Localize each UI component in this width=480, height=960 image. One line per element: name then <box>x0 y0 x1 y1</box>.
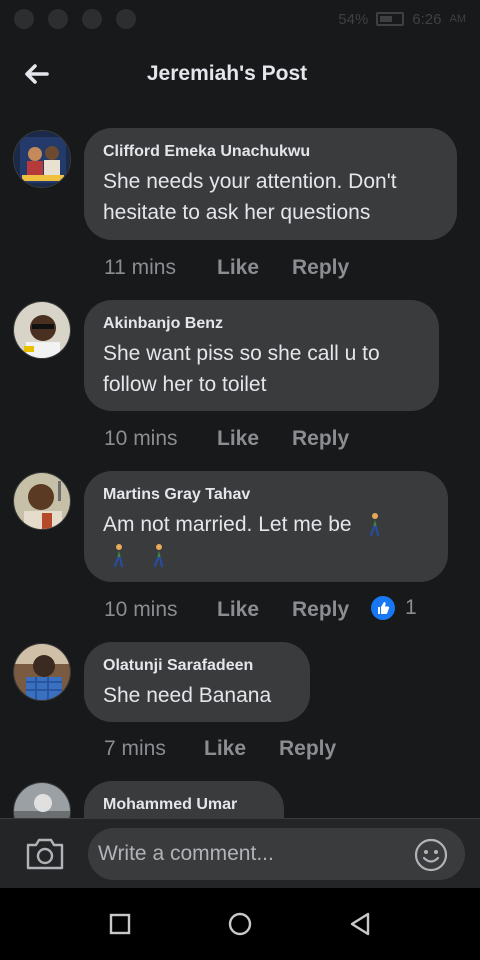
comment-bubble[interactable]: Akinbanjo Benz She want piss so she call… <box>84 300 439 411</box>
comment-author[interactable]: Clifford Emeka Unachukwu <box>103 142 437 162</box>
comment-author[interactable]: Olatunji Sarafadeen <box>103 656 290 676</box>
like-button[interactable]: Like <box>217 256 292 280</box>
comment-actions: 10 mins Like Reply <box>104 427 349 451</box>
reply-button[interactable]: Reply <box>279 737 336 761</box>
notification-icons <box>14 9 136 29</box>
thumbs-up-icon <box>371 596 395 620</box>
comment-bubble[interactable]: Clifford Emeka Unachukwu She needs your … <box>84 128 457 240</box>
app-bar: Jeremiah's Post <box>0 38 480 108</box>
page-title: Jeremiah's Post <box>146 62 308 85</box>
comment-author[interactable]: Akinbanjo Benz <box>103 314 419 334</box>
avatar[interactable] <box>13 782 71 818</box>
reaction-summary[interactable]: 1 <box>371 596 417 620</box>
triangle-back-icon <box>350 912 370 936</box>
comment-text: Am not married. Let me be <box>103 513 352 536</box>
comment-author[interactable]: Martins Gray Tahav <box>103 485 428 505</box>
comment-composer <box>0 818 480 888</box>
back-nav-button[interactable] <box>346 910 374 938</box>
facebook-notification-icon <box>48 9 68 29</box>
comment-time[interactable]: 10 mins <box>104 598 217 622</box>
battery-percent: 54% <box>338 10 369 28</box>
comment-text: She want piss so she call u to follow he… <box>103 342 380 396</box>
comments-feed[interactable]: Clifford Emeka Unachukwu She needs your … <box>0 108 480 818</box>
avatar[interactable] <box>13 301 71 359</box>
comment-text-row: Am not married. Let me be <box>103 509 428 571</box>
clock-suffix: AM <box>449 13 467 25</box>
comment-author[interactable]: Mohammed Umar <box>103 795 264 815</box>
comment-actions: 10 mins Like Reply <box>104 598 349 622</box>
status-bar: 54% 6:26 AM <box>0 0 480 38</box>
recents-button[interactable] <box>106 910 134 938</box>
reply-button[interactable]: Reply <box>292 256 349 280</box>
walking-person-icon <box>153 544 164 568</box>
home-button[interactable] <box>226 910 254 938</box>
comment-time[interactable]: 7 mins <box>104 737 204 761</box>
like-button[interactable]: Like <box>217 427 292 451</box>
system-nav-bar <box>0 888 480 960</box>
comment-time[interactable]: 11 mins <box>104 256 217 280</box>
camera-button[interactable] <box>24 836 66 872</box>
walking-person-icon <box>113 544 124 568</box>
avatar[interactable] <box>13 472 71 530</box>
clock: 6:26 <box>412 10 442 28</box>
circle-icon <box>228 912 252 936</box>
like-button[interactable]: Like <box>217 598 292 622</box>
walking-person-icon <box>370 513 380 537</box>
avatar[interactable] <box>13 130 71 188</box>
comment-bubble[interactable]: Martins Gray Tahav Am not married. Let m… <box>84 471 448 582</box>
square-icon <box>109 913 131 935</box>
app-notification-icon <box>14 9 34 29</box>
camera-icon <box>26 838 64 870</box>
avatar[interactable] <box>13 643 71 701</box>
reply-button[interactable]: Reply <box>292 427 349 451</box>
comment-text: She need Banana <box>103 684 272 707</box>
system-indicators: 54% 6:26 AM <box>338 11 466 28</box>
reaction-count: 1 <box>405 596 417 619</box>
reply-button[interactable]: Reply <box>292 598 349 622</box>
comment-time[interactable]: 10 mins <box>104 427 217 451</box>
comment-actions: 11 mins Like Reply <box>104 256 349 280</box>
user-notification-icon <box>82 9 102 29</box>
like-button[interactable]: Like <box>204 737 279 761</box>
comment-bubble[interactable]: Olatunji Sarafadeen She need Banana <box>84 642 310 722</box>
comment-bubble[interactable]: Mohammed Umar <box>84 781 284 818</box>
smiley-icon <box>414 838 448 872</box>
emoji-button[interactable] <box>414 838 448 872</box>
comment-input[interactable] <box>88 828 465 880</box>
comment-text: She needs your attention. Don't hesitate… <box>103 170 397 224</box>
battery-icon <box>376 12 405 26</box>
user-notification-icon-2 <box>116 9 136 29</box>
comment-actions: 7 mins Like Reply <box>104 737 336 761</box>
